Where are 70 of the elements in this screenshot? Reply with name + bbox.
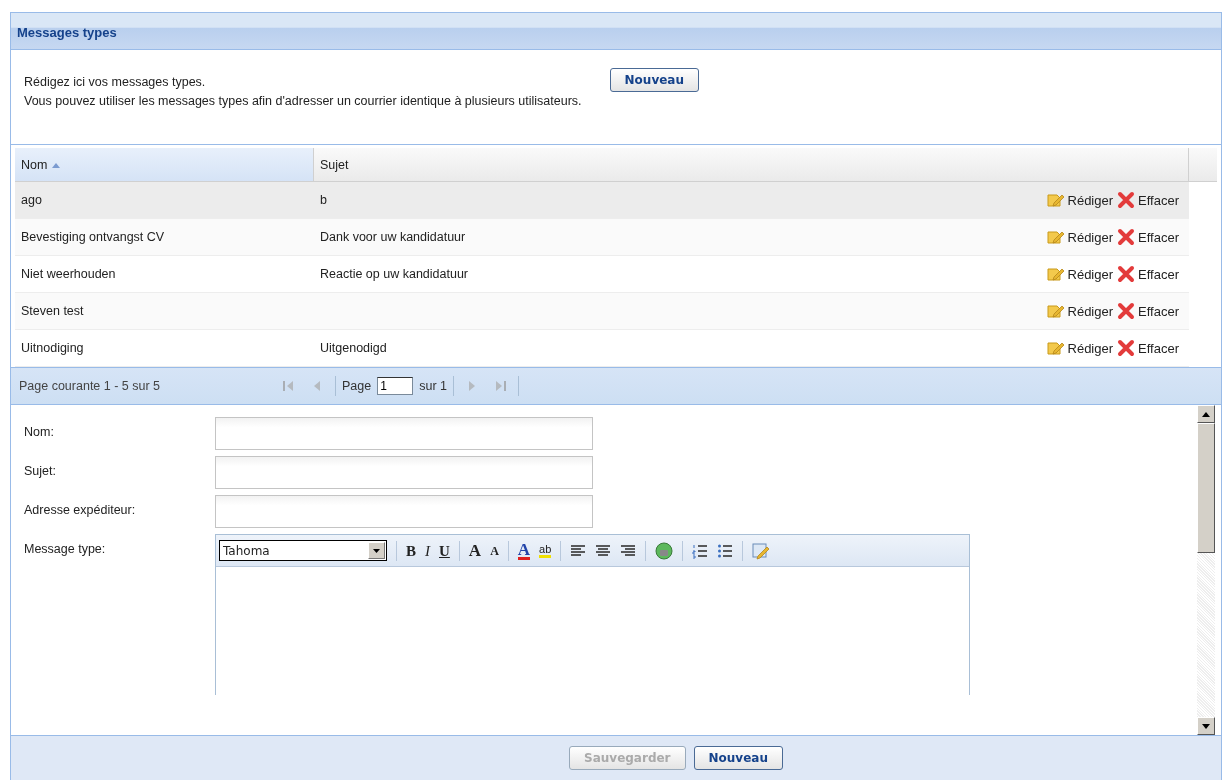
table-row[interactable]: Steven test Rédiger Effacer [15, 293, 1189, 330]
numbered-list-icon[interactable] [692, 542, 709, 559]
table-cell-text: Steven test [20, 304, 85, 318]
field-label: Nom: [24, 424, 55, 439]
delete-icon [1117, 265, 1136, 283]
page-number-field[interactable]: 1 [377, 377, 414, 395]
table-cell-text: Reactie op uw kandidatuur [319, 267, 469, 281]
align-left-icon[interactable] [570, 543, 587, 558]
field-label: Sujet: [24, 463, 57, 478]
edit-link[interactable]: Rédiger [1045, 191, 1114, 209]
grow-font-button[interactable]: A [468, 542, 482, 559]
table-cell-text: ago [20, 193, 43, 207]
bullet-list-icon[interactable] [717, 542, 734, 559]
table-cell-text: Niet weerhouden [20, 267, 117, 281]
delete-link[interactable]: Effacer [1117, 228, 1179, 246]
edit-link[interactable]: Rédiger [1045, 228, 1114, 246]
table-cell-text: Dank voor uw kandidatuur [319, 230, 467, 244]
pencil-note-icon [1045, 339, 1065, 357]
edit-link[interactable]: Rédiger [1045, 339, 1114, 357]
edit-link[interactable]: Rédiger [1045, 302, 1114, 320]
table-cell-text: b [319, 193, 328, 207]
pencil-note-icon [1045, 228, 1065, 246]
shrink-font-button[interactable]: A [490, 542, 499, 559]
pencil-note-icon [1045, 302, 1065, 320]
font-color-button[interactable]: A [517, 541, 531, 560]
delete-icon [1117, 191, 1136, 209]
text-field[interactable] [215, 417, 593, 450]
underline-button[interactable]: U [439, 542, 450, 559]
panel-title: Messages types [17, 25, 117, 40]
align-right-icon[interactable] [620, 543, 637, 558]
scrollbar[interactable] [1197, 405, 1215, 735]
column-header[interactable]: Nom [15, 148, 314, 181]
page-label: Page [342, 379, 372, 393]
new-button[interactable]: Nouveau [609, 68, 699, 92]
page-count: sur 1 [419, 379, 447, 393]
table-cell-text: Bevestiging ontvangst CV [20, 230, 166, 244]
column-header[interactable]: Sujet [314, 148, 1189, 181]
delete-icon [1117, 228, 1136, 246]
pencil-note-icon [1045, 265, 1065, 283]
table-row[interactable]: Bevestiging ontvangst CV Dank voor uw kandidatuur Rédiger Effacer [15, 219, 1189, 256]
delete-icon [1117, 302, 1136, 320]
font-dropdown[interactable]: Tahoma [219, 540, 387, 561]
text-field[interactable] [215, 456, 593, 489]
paging-summary: Page courante 1 - 5 sur 5 [19, 379, 162, 393]
field-label: Message type: [24, 541, 107, 556]
intro-text: Vous pouvez utiliser les messages types afin d'adresser un courrier identique à plusieurs utilisateurs. [24, 93, 582, 110]
delete-icon [1117, 339, 1136, 357]
dropdown-arrow-icon [373, 548, 380, 553]
scroll-down-icon[interactable] [1202, 723, 1210, 729]
italic-button[interactable]: I [425, 542, 430, 559]
new-button[interactable]: Nouveau [693, 746, 783, 770]
edit-link[interactable]: Rédiger [1045, 265, 1114, 283]
field-label: Adresse expéditeur: [24, 502, 137, 517]
table-cell-text: Uitnodiging [20, 341, 85, 355]
intro-text: Rédigez ici vos messages types. [24, 74, 207, 91]
delete-link[interactable]: Effacer [1117, 302, 1179, 320]
globe-icon[interactable] [655, 541, 674, 560]
align-center-icon[interactable] [595, 543, 612, 558]
scroll-up-icon[interactable] [1202, 411, 1210, 417]
table-row[interactable]: ago b Rédiger Effacer [15, 182, 1189, 219]
highlight-button[interactable]: ab [539, 543, 552, 558]
bold-button[interactable]: B [406, 542, 416, 559]
delete-link[interactable]: Effacer [1117, 191, 1179, 209]
delete-link[interactable]: Effacer [1117, 339, 1179, 357]
pencil-note-icon [1045, 191, 1065, 209]
sort-ascending-icon [51, 161, 62, 168]
table-cell-text: Uitgenodigd [319, 341, 388, 355]
scroll-thumb[interactable] [1197, 423, 1215, 553]
delete-link[interactable]: Effacer [1117, 265, 1179, 283]
text-field[interactable] [215, 495, 593, 528]
